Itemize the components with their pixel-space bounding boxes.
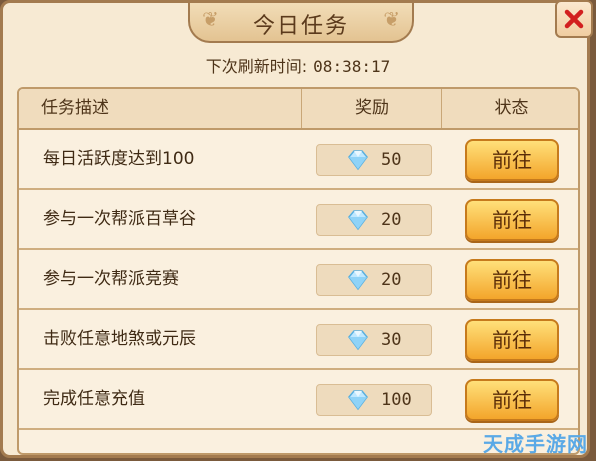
- table-row: 每日活跃度达到100 50 前往: [19, 130, 578, 190]
- go-button[interactable]: 前往: [465, 139, 559, 181]
- gem-icon: [348, 270, 368, 291]
- watermark-logo: 天成手游网: [483, 432, 588, 456]
- go-button[interactable]: 前往: [465, 259, 559, 301]
- swirl-ornament-icon: ❦: [202, 7, 219, 31]
- reward-box: 20: [316, 264, 432, 296]
- task-desc: 击败任意地煞或元辰: [43, 329, 196, 349]
- header-desc: 任务描述: [41, 98, 109, 118]
- close-button[interactable]: [555, 0, 593, 38]
- table-row: 参与一次帮派百草谷 20 前往: [19, 190, 578, 250]
- go-button[interactable]: 前往: [465, 379, 559, 421]
- reward-box: 100: [316, 384, 432, 416]
- reward-value: 100: [381, 390, 412, 410]
- title-tab: ❦ 今日任务 ❦: [188, 3, 414, 43]
- swirl-ornament-icon: ❦: [383, 7, 400, 31]
- gem-icon: [348, 150, 368, 171]
- dialog-title: 今日任务: [252, 14, 349, 39]
- task-desc: 完成任意充值: [43, 389, 145, 409]
- task-desc: 每日活跃度达到100: [43, 149, 195, 169]
- header-reward: 奖励: [301, 89, 442, 128]
- gem-icon: [348, 210, 368, 231]
- reward-box: 50: [316, 144, 432, 176]
- task-desc: 参与一次帮派竞赛: [43, 269, 179, 289]
- reward-value: 30: [381, 330, 402, 350]
- task-desc: 参与一次帮派百草谷: [43, 209, 196, 229]
- table-row: 击败任意地煞或元辰 30 前往: [19, 310, 578, 370]
- gem-icon: [348, 390, 368, 411]
- reward-box: 20: [316, 204, 432, 236]
- reward-value: 50: [381, 150, 402, 170]
- header-status: 状态: [441, 89, 578, 128]
- refresh-label: 下次刷新时间:: [205, 57, 308, 76]
- reward-box: 30: [316, 324, 432, 356]
- reward-value: 20: [381, 210, 402, 230]
- table-header: 任务描述 奖励 状态: [19, 89, 578, 130]
- reward-value: 20: [381, 270, 402, 290]
- refresh-timer: 下次刷新时间: 08:38:17: [3, 53, 593, 77]
- refresh-time: 08:38:17: [313, 57, 391, 76]
- task-table: 任务描述 奖励 状态 每日活跃度达到100 50 前往 参与一次帮派百草谷 20…: [17, 87, 580, 455]
- go-button[interactable]: 前往: [465, 199, 559, 241]
- close-icon: [564, 9, 584, 29]
- go-button[interactable]: 前往: [465, 319, 559, 361]
- table-row: 参与一次帮派竞赛 20 前往: [19, 250, 578, 310]
- table-row: 完成任意充值 100 前往: [19, 370, 578, 430]
- gem-icon: [348, 330, 368, 351]
- task-dialog: ❦ 今日任务 ❦ 下次刷新时间: 08:38:17 任务描述 奖励 状态 每日活跃…: [0, 0, 590, 458]
